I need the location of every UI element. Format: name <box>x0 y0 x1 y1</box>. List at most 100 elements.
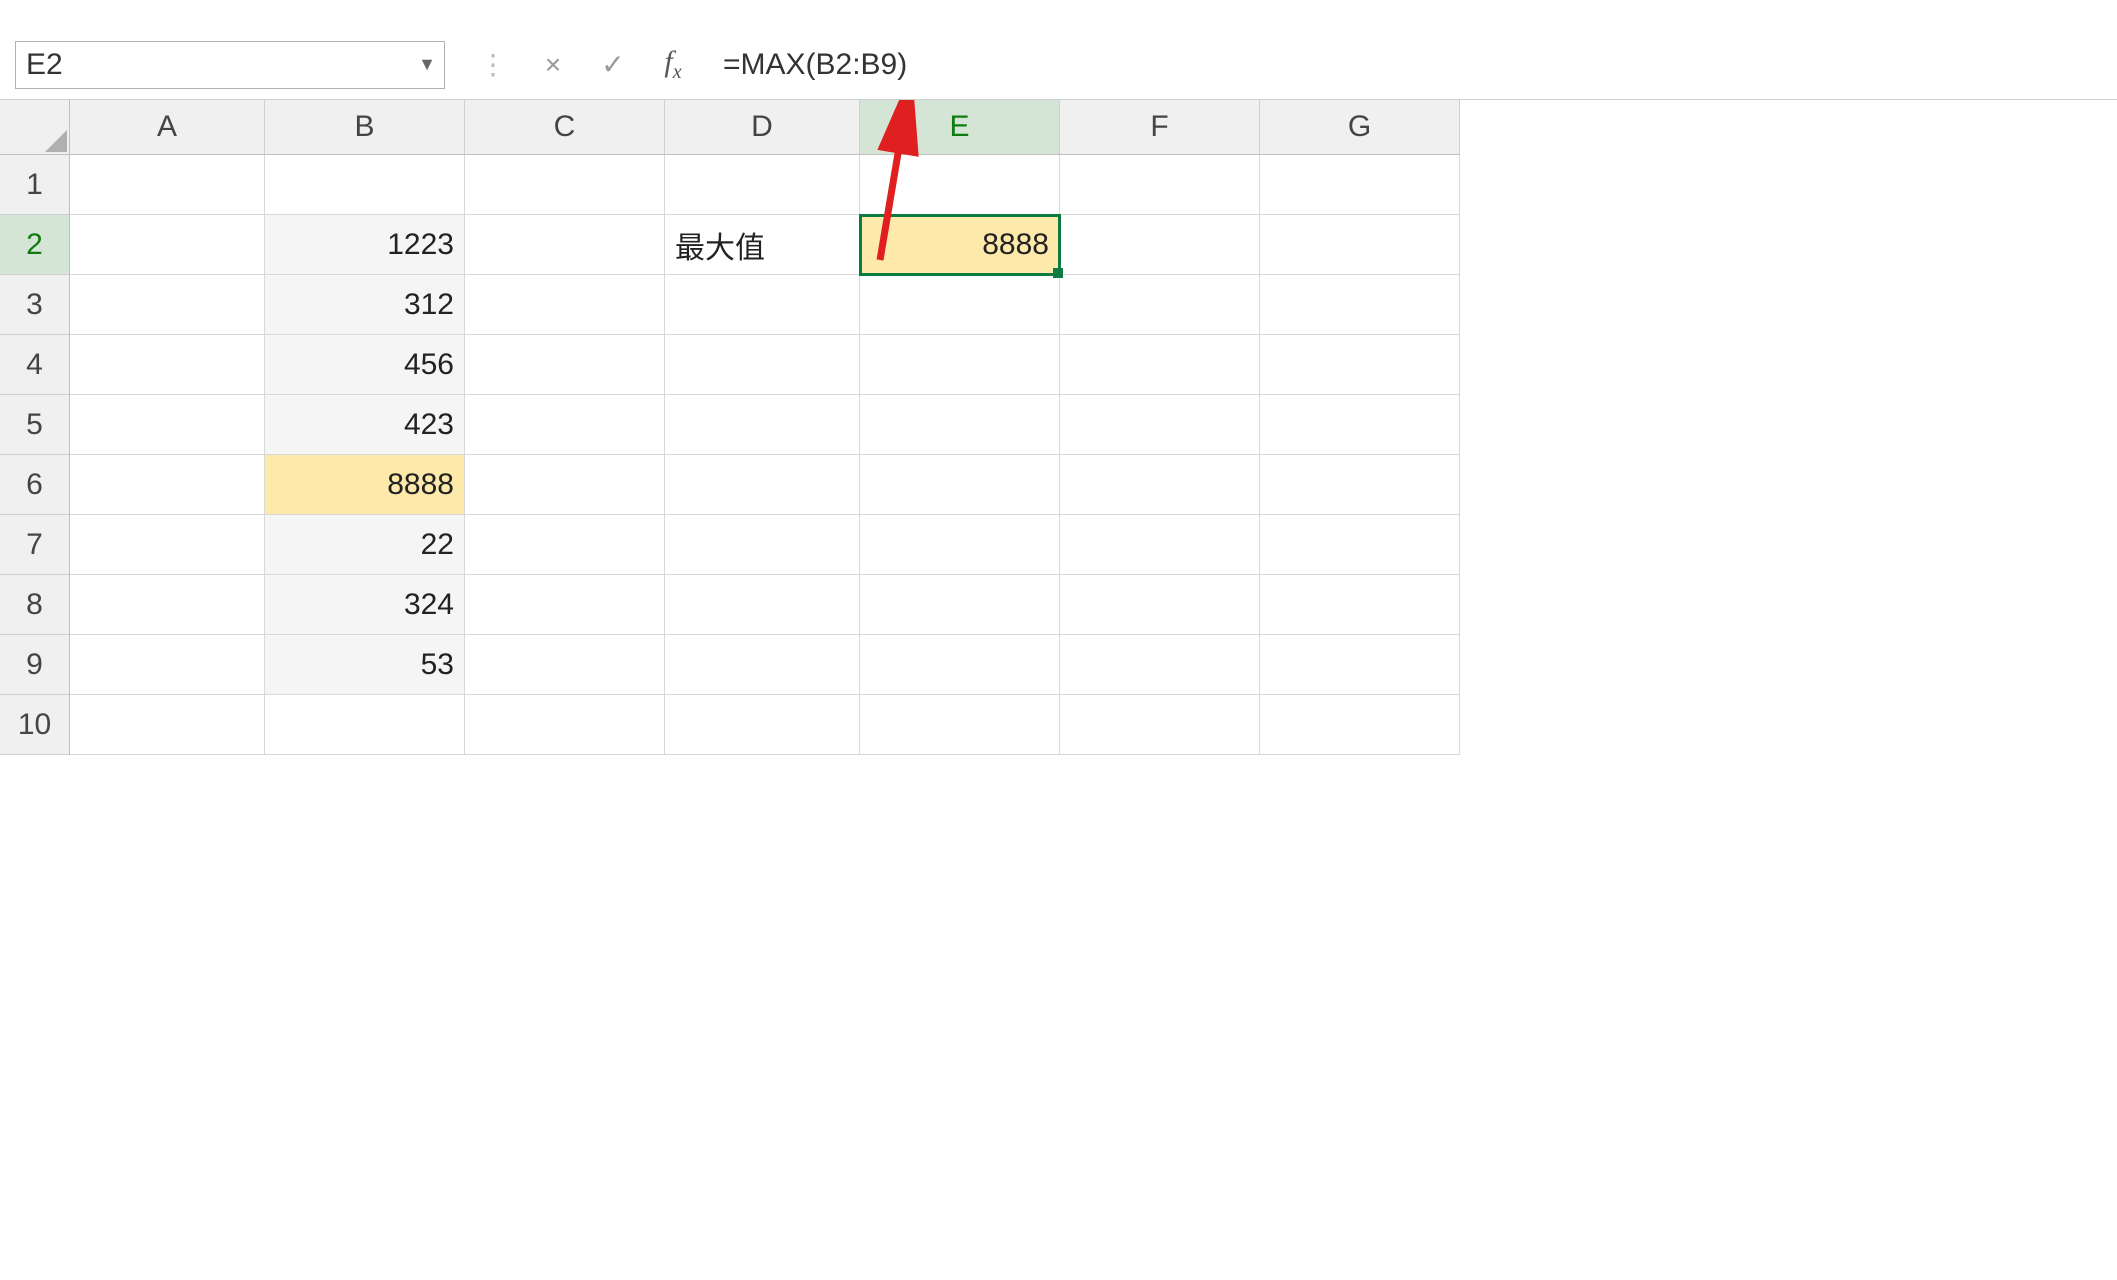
cell-C10[interactable] <box>465 695 665 755</box>
cell-C5[interactable] <box>465 395 665 455</box>
cell-E4[interactable] <box>860 335 1060 395</box>
cell-B6[interactable]: 8888 <box>265 455 465 515</box>
dropdown-icon[interactable]: ▼ <box>418 54 436 75</box>
row-header-2[interactable]: 2 <box>0 215 69 275</box>
row-header-8[interactable]: 8 <box>0 575 69 635</box>
cell-B7[interactable]: 22 <box>265 515 465 575</box>
row-header-5[interactable]: 5 <box>0 395 69 455</box>
cell-C2[interactable] <box>465 215 665 275</box>
row-headers: 12345678910 <box>0 155 70 755</box>
cell-G3[interactable] <box>1260 275 1460 335</box>
cell-G8[interactable] <box>1260 575 1460 635</box>
cell-E2[interactable]: 8888 <box>860 215 1060 275</box>
cell-F2[interactable] <box>1060 215 1260 275</box>
row-header-9[interactable]: 9 <box>0 635 69 695</box>
cell-A9[interactable] <box>70 635 265 695</box>
cell-G7[interactable] <box>1260 515 1460 575</box>
cell-F8[interactable] <box>1060 575 1260 635</box>
cell-B3[interactable]: 312 <box>265 275 465 335</box>
row-header-1[interactable]: 1 <box>0 155 69 215</box>
cell-E6[interactable] <box>860 455 1060 515</box>
cell-E7[interactable] <box>860 515 1060 575</box>
cell-D1[interactable] <box>665 155 860 215</box>
cell-D6[interactable] <box>665 455 860 515</box>
cancel-icon[interactable]: × <box>523 41 583 89</box>
cell-A10[interactable] <box>70 695 265 755</box>
cell-A1[interactable] <box>70 155 265 215</box>
col-header-B[interactable]: B <box>265 100 465 154</box>
name-box[interactable]: E2 ▼ <box>15 41 445 89</box>
row-header-4[interactable]: 4 <box>0 335 69 395</box>
cell-B4[interactable]: 456 <box>265 335 465 395</box>
formula-input[interactable]: =MAX(B2:B9) <box>703 41 2102 89</box>
cell-A2[interactable] <box>70 215 265 275</box>
cell-B9[interactable]: 53 <box>265 635 465 695</box>
col-header-E[interactable]: E <box>860 100 1060 154</box>
cell-A7[interactable] <box>70 515 265 575</box>
cell-B5[interactable]: 423 <box>265 395 465 455</box>
cell-A6[interactable] <box>70 455 265 515</box>
row-header-10[interactable]: 10 <box>0 695 69 755</box>
cell-D3[interactable] <box>665 275 860 335</box>
fill-handle[interactable] <box>1053 268 1063 278</box>
cell-G5[interactable] <box>1260 395 1460 455</box>
cell-G9[interactable] <box>1260 635 1460 695</box>
cell-B8[interactable]: 324 <box>265 575 465 635</box>
cell-D2[interactable]: 最大值 <box>665 215 860 275</box>
name-box-value: E2 <box>26 48 63 82</box>
cell-F6[interactable] <box>1060 455 1260 515</box>
cell-E10[interactable] <box>860 695 1060 755</box>
col-header-D[interactable]: D <box>665 100 860 154</box>
cell-B2[interactable]: 1223 <box>265 215 465 275</box>
cell-C4[interactable] <box>465 335 665 395</box>
cell-F5[interactable] <box>1060 395 1260 455</box>
cell-B1[interactable] <box>265 155 465 215</box>
cell-E3[interactable] <box>860 275 1060 335</box>
cell-E9[interactable] <box>860 635 1060 695</box>
cell-C1[interactable] <box>465 155 665 215</box>
cell-C6[interactable] <box>465 455 665 515</box>
cell-C9[interactable] <box>465 635 665 695</box>
cell-G1[interactable] <box>1260 155 1460 215</box>
cell-C3[interactable] <box>465 275 665 335</box>
cell-D8[interactable] <box>665 575 860 635</box>
cell-C7[interactable] <box>465 515 665 575</box>
cell-G2[interactable] <box>1260 215 1460 275</box>
col-header-F[interactable]: F <box>1060 100 1260 154</box>
cell-D9[interactable] <box>665 635 860 695</box>
cell-F3[interactable] <box>1060 275 1260 335</box>
cell-F7[interactable] <box>1060 515 1260 575</box>
row-header-3[interactable]: 3 <box>0 275 69 335</box>
cell-F1[interactable] <box>1060 155 1260 215</box>
cell-G10[interactable] <box>1260 695 1460 755</box>
cell-B10[interactable] <box>265 695 465 755</box>
cell-G4[interactable] <box>1260 335 1460 395</box>
row-header-7[interactable]: 7 <box>0 515 69 575</box>
select-all-corner[interactable] <box>0 100 70 155</box>
expand-icon[interactable]: ⋮ <box>463 41 523 89</box>
cell-E8[interactable] <box>860 575 1060 635</box>
row-header-6[interactable]: 6 <box>0 455 69 515</box>
col-header-G[interactable]: G <box>1260 100 1460 154</box>
cell-A8[interactable] <box>70 575 265 635</box>
enter-icon[interactable]: ✓ <box>583 41 643 89</box>
cell-D7[interactable] <box>665 515 860 575</box>
fx-icon[interactable]: fx <box>643 41 703 89</box>
cells-area[interactable]: 1223最大值888831245642388882232453 <box>70 155 1460 755</box>
cell-E5[interactable] <box>860 395 1060 455</box>
cell-F4[interactable] <box>1060 335 1260 395</box>
cell-E1[interactable] <box>860 155 1060 215</box>
col-header-A[interactable]: A <box>70 100 265 154</box>
cell-A3[interactable] <box>70 275 265 335</box>
cell-D4[interactable] <box>665 335 860 395</box>
cell-G6[interactable] <box>1260 455 1460 515</box>
cell-C8[interactable] <box>465 575 665 635</box>
cell-F10[interactable] <box>1060 695 1260 755</box>
spreadsheet-grid: ABCDEFG 12345678910 1223最大值8888312456423… <box>0 100 2117 755</box>
cell-D10[interactable] <box>665 695 860 755</box>
cell-A4[interactable] <box>70 335 265 395</box>
cell-D5[interactable] <box>665 395 860 455</box>
cell-F9[interactable] <box>1060 635 1260 695</box>
cell-A5[interactable] <box>70 395 265 455</box>
col-header-C[interactable]: C <box>465 100 665 154</box>
